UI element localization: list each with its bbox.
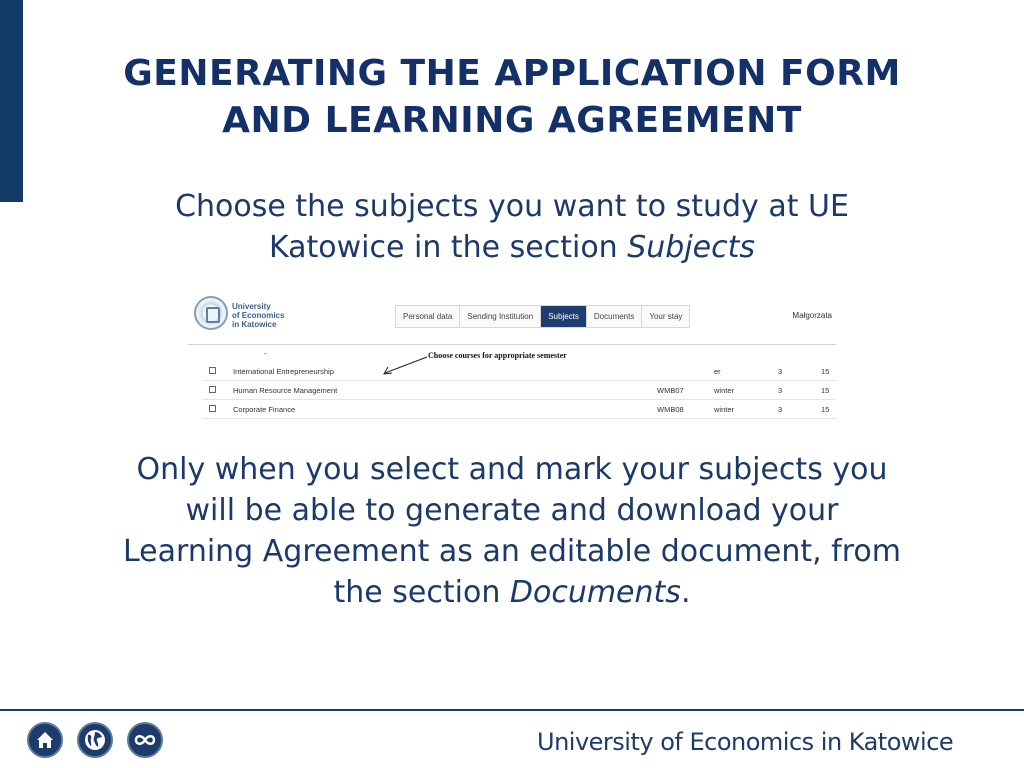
subtitle-emphasis: Subjects: [627, 230, 756, 265]
subject-code: WMB07: [657, 386, 684, 395]
user-name[interactable]: Małgorzata: [792, 311, 832, 320]
instruction-text: Choose courses for appropriate semester: [428, 351, 567, 360]
subject-checkbox[interactable]: [209, 405, 216, 412]
university-logo: University of Economics in Katowice: [194, 296, 290, 336]
subject-hours: 3: [778, 405, 783, 414]
subject-ects: 15: [821, 386, 830, 395]
subtitle-line-1: Choose the subjects you want to study at…: [175, 189, 849, 224]
subject-name: Corporate Finance: [233, 405, 296, 414]
footer-divider: [0, 709, 1024, 711]
home-icon[interactable]: [27, 722, 63, 758]
dash-marker: -: [264, 349, 267, 358]
logo-text: University of Economics in Katowice: [232, 302, 284, 329]
body-line-2: will be able to generate and download yo…: [185, 493, 839, 528]
subject-hours: 3: [778, 386, 783, 395]
body-paragraph: Only when you select and mark your subje…: [50, 449, 974, 613]
subtitle-line-2-prefix: Katowice in the section: [268, 230, 628, 265]
body-line-4: the section Documents.: [50, 572, 974, 613]
tab-documents[interactable]: Documents: [587, 306, 643, 327]
subject-code: WMB08: [657, 405, 684, 414]
table-row: Human Resource Management WMB07 winter 3…: [202, 381, 836, 400]
subject-checkbox[interactable]: [209, 367, 216, 374]
subject-ects: 15: [821, 405, 830, 414]
tab-personal-data[interactable]: Personal data: [396, 306, 461, 327]
footer-icon-group: [27, 722, 163, 758]
title-line-1: GENERATING THE APPLICATION FORM: [123, 53, 901, 94]
subject-name: Human Resource Management: [233, 386, 338, 395]
embedded-screenshot: University of Economics in Katowice Pers…: [188, 294, 838, 420]
body-line-4-suffix: .: [680, 575, 691, 610]
table-row: Corporate Finance WMB08 winter 3 15: [202, 400, 836, 419]
logo-line-1: University: [232, 302, 271, 311]
subject-semester: winter: [714, 405, 735, 414]
slide-subtitle: Choose the subjects you want to study at…: [60, 186, 964, 268]
left-accent-bar: [0, 0, 23, 202]
body-line-1: Only when you select and mark your subje…: [136, 452, 888, 487]
logo-line-3: in Katowice: [232, 320, 277, 329]
subject-ects: 15: [821, 367, 830, 376]
body-line-4-prefix: the section: [333, 575, 510, 610]
subjects-table: International Entrepreneurship er 3 15 H…: [202, 362, 836, 419]
subject-checkbox[interactable]: [209, 386, 216, 393]
tab-sending-institution[interactable]: Sending Institution: [460, 306, 542, 327]
body-emphasis: Documents: [509, 575, 681, 610]
divider: [188, 344, 836, 345]
footer-university-name: University of Economics in Katowice: [537, 728, 954, 756]
body-line-3: Learning Agreement as an editable docume…: [122, 534, 901, 569]
subject-name: International Entrepreneurship: [233, 367, 334, 376]
subject-hours: 3: [778, 367, 783, 376]
title-line-2: AND LEARNING AGREEMENT: [222, 100, 802, 141]
subject-semester: er: [714, 367, 721, 376]
logo-line-2: of Economics: [232, 311, 285, 320]
slide-title: GENERATING THE APPLICATION FORM AND LEAR…: [40, 50, 984, 144]
tab-subjects[interactable]: Subjects: [541, 306, 587, 327]
table-row: International Entrepreneurship er 3 15: [202, 362, 836, 381]
subject-semester: winter: [714, 386, 735, 395]
subtitle-line-2: Katowice in the section Subjects: [60, 227, 964, 268]
tab-your-stay[interactable]: Your stay: [642, 306, 689, 327]
tab-bar: Personal data Sending Institution Subjec…: [395, 305, 691, 328]
globe-icon[interactable]: [77, 722, 113, 758]
infinity-icon[interactable]: [127, 722, 163, 758]
university-seal-icon: [194, 296, 228, 330]
